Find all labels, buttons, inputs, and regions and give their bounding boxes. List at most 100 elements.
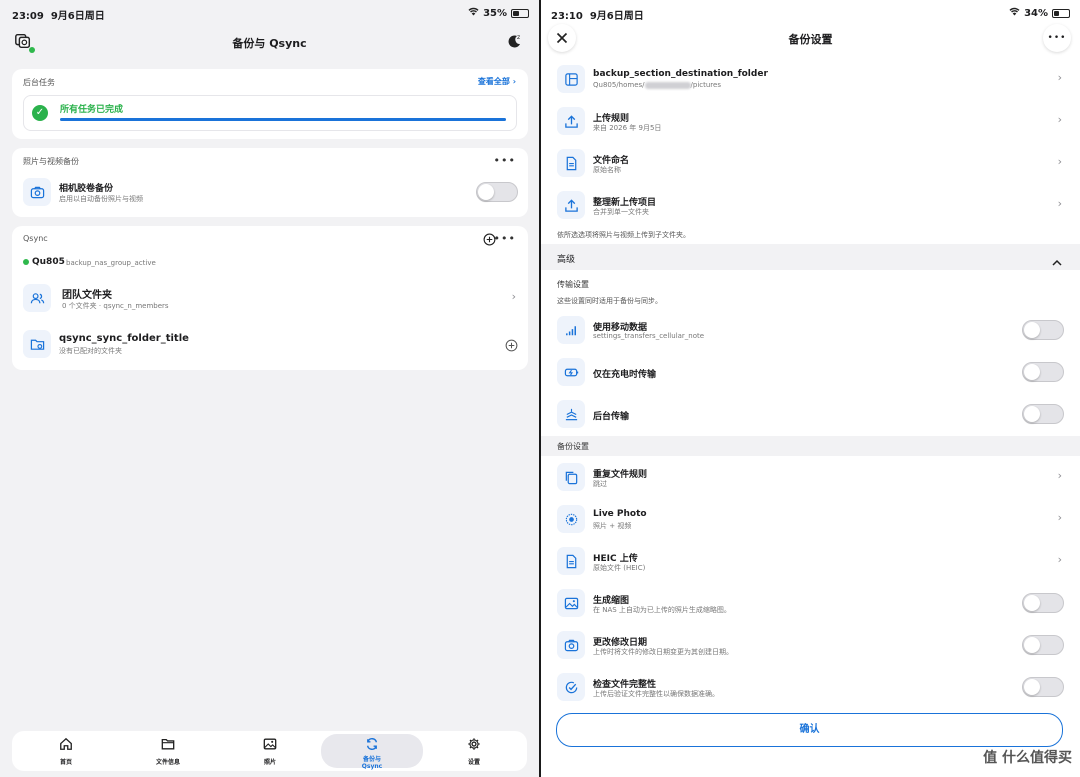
page-title: 备份与 Qsync bbox=[232, 37, 307, 50]
integrity-check-subtitle: 上传后验证文件完整性以确保数据准确。 bbox=[593, 690, 719, 698]
chevron-up-icon bbox=[1052, 252, 1062, 271]
device-name: Qu805 bbox=[32, 257, 65, 267]
battery-icon bbox=[511, 8, 529, 18]
battery-percent: 35% bbox=[483, 7, 507, 19]
folder-sync-icon bbox=[23, 330, 51, 358]
task-status-text: 所有任务已完成 bbox=[60, 105, 124, 115]
copy-icon bbox=[557, 463, 585, 491]
more-icon[interactable]: ••• bbox=[494, 154, 516, 167]
nav-files[interactable]: 文件信息 bbox=[117, 731, 219, 771]
qsync-card: Qsync ••• Qu805 backup_nas_group_active … bbox=[12, 226, 528, 370]
svg-text:z: z bbox=[517, 34, 520, 41]
heic-upload-subtitle: 原始文件 (HEIC) bbox=[593, 564, 646, 572]
task-status-box[interactable]: ✓ 所有任务已完成 bbox=[23, 95, 517, 131]
more-options-button[interactable]: ••• bbox=[1043, 24, 1071, 52]
charging-only-row: 仅在充电时传输 bbox=[541, 351, 1080, 393]
status-bar: 23:10 9月6日周日 34% bbox=[541, 0, 1080, 24]
live-photo-row[interactable]: Live Photo 照片 + 视频 › bbox=[541, 498, 1080, 540]
camera-icon bbox=[23, 178, 51, 206]
chevron-right-icon: › bbox=[1057, 469, 1062, 482]
users-icon bbox=[23, 284, 51, 312]
organize-uploads-row[interactable]: 整理新上传项目 合并到单一文件夹 › bbox=[541, 184, 1080, 226]
battery-percent: 34% bbox=[1024, 7, 1048, 19]
more-icon[interactable]: ••• bbox=[494, 232, 516, 245]
duplicate-rule-subtitle: 跳过 bbox=[593, 480, 607, 488]
chevron-right-icon: › bbox=[511, 290, 516, 303]
upload-icon bbox=[557, 107, 585, 135]
duplicate-rule-row[interactable]: 重复文件规则 跳过 › bbox=[541, 456, 1080, 498]
home-icon bbox=[60, 737, 72, 750]
check-circle-icon bbox=[557, 673, 585, 701]
page-title: 备份设置 bbox=[788, 33, 833, 46]
transfer-settings-title: 传输设置 bbox=[557, 280, 589, 289]
modify-date-subtitle: 上传时将文件的修改日期变更为其创建日期。 bbox=[593, 648, 733, 656]
image-icon bbox=[557, 589, 585, 617]
photo-backup-card: 照片与视频备份 ••• 相机胶卷备份 启用以自动备份照片与视频 bbox=[12, 148, 528, 217]
sync-folder-row[interactable]: qsync_sync_folder_title 没有已配对的文件夹 bbox=[12, 326, 528, 366]
charging-only-toggle[interactable] bbox=[1022, 362, 1064, 382]
add-sync-folder-icon[interactable] bbox=[505, 337, 518, 356]
folder-icon bbox=[161, 738, 175, 750]
bottom-navigation: 首页 文件信息 照片 备份与 Qsync 设置 bbox=[12, 731, 527, 771]
cellular-data-toggle[interactable] bbox=[1022, 320, 1064, 340]
confirm-button[interactable]: 确认 bbox=[556, 713, 1063, 747]
team-folder-title: 团队文件夹 bbox=[62, 290, 112, 301]
nav-settings[interactable]: 设置 bbox=[423, 731, 525, 771]
device-online-dot bbox=[23, 259, 29, 265]
integrity-check-toggle[interactable] bbox=[1022, 677, 1064, 697]
modify-date-row: 更改修改日期 上传时将文件的修改日期变更为其创建日期。 bbox=[541, 624, 1080, 666]
heic-upload-row[interactable]: HEIC 上传 原始文件 (HEIC) › bbox=[541, 540, 1080, 582]
card-title: Qsync bbox=[23, 234, 48, 243]
chevron-right-icon: › bbox=[1057, 155, 1062, 168]
upload-rule-subtitle: 来自 2026 年 9月5日 bbox=[593, 124, 662, 132]
card-title: 照片与视频备份 bbox=[23, 157, 79, 166]
chevron-right-icon: › bbox=[1057, 511, 1062, 524]
background-tasks-card: 后台任务 查看全部 › ✓ 所有任务已完成 bbox=[12, 69, 528, 139]
upload-rule-row[interactable]: 上传规则 来自 2026 年 9月5日 › bbox=[541, 100, 1080, 142]
sync-icon bbox=[366, 738, 378, 750]
nav-label: 备份与 Qsync bbox=[361, 756, 383, 770]
team-folder-subtitle: 0 个文件夹 · qsync_n_members bbox=[62, 302, 169, 310]
chevron-right-icon: › bbox=[1057, 113, 1062, 126]
destination-title: backup_section_destination_folder bbox=[593, 69, 768, 79]
cellular-data-row: 使用移动数据 settings_transfers_cellular_note bbox=[541, 309, 1080, 351]
document-icon bbox=[557, 547, 585, 575]
modify-date-toggle[interactable] bbox=[1022, 635, 1064, 655]
status-time: 23:09 9月6日周日 bbox=[12, 11, 105, 22]
transfer-settings-header: 传输设置 这些设置同时适用于备份与同步。 bbox=[541, 274, 1080, 308]
status-bar: 23:09 9月6日周日 35% bbox=[0, 0, 539, 24]
moon-icon[interactable]: z bbox=[507, 33, 523, 49]
destination-folder-row[interactable]: backup_section_destination_folder Qu805/… bbox=[541, 58, 1080, 100]
file-naming-row[interactable]: 文件命名 原始名称 › bbox=[541, 142, 1080, 184]
wifi-icon bbox=[468, 7, 479, 19]
transfer-settings-note: 这些设置同时适用于备份与同步。 bbox=[557, 297, 662, 305]
upload-icon bbox=[557, 191, 585, 219]
live-photo-icon bbox=[557, 505, 585, 533]
signal-icon bbox=[557, 316, 585, 344]
layers-icon bbox=[557, 400, 585, 428]
advanced-label: 高级 bbox=[557, 255, 576, 265]
advanced-header[interactable]: 高级 bbox=[541, 244, 1080, 270]
nav-home[interactable]: 首页 bbox=[15, 731, 117, 771]
nav-photos[interactable]: 照片 bbox=[219, 731, 321, 771]
view-all-link[interactable]: 查看全部 › bbox=[478, 76, 516, 87]
document-icon bbox=[557, 149, 585, 177]
header: 备份设置 ••• bbox=[541, 24, 1080, 52]
background-transfer-title: 后台传输 bbox=[593, 412, 630, 422]
camera-icon bbox=[557, 631, 585, 659]
nav-label: 设置 bbox=[467, 759, 480, 766]
nav-label: 文件信息 bbox=[155, 759, 180, 766]
header: 备份与 Qsync z bbox=[0, 26, 539, 58]
background-transfer-toggle[interactable] bbox=[1022, 404, 1064, 424]
nav-backup-qsync[interactable]: 备份与 Qsync bbox=[321, 734, 423, 770]
thumbnail-subtitle: 在 NAS 上自动为已上传的照片生成缩略图。 bbox=[593, 606, 731, 614]
camera-backup-toggle[interactable] bbox=[476, 182, 518, 202]
image-icon bbox=[263, 738, 277, 750]
thumbnail-toggle[interactable] bbox=[1022, 593, 1064, 613]
battery-charging-icon bbox=[557, 358, 585, 386]
organize-note: 依所选选项将照片与视频上传到子文件夹。 bbox=[557, 231, 690, 239]
team-folder-row[interactable]: 团队文件夹 0 个文件夹 · qsync_n_members › bbox=[12, 278, 528, 318]
sync-folder-title: qsync_sync_folder_title bbox=[59, 333, 189, 344]
chevron-right-icon: › bbox=[1057, 553, 1062, 566]
destination-path: Qu805/homes//pictures bbox=[593, 81, 721, 89]
